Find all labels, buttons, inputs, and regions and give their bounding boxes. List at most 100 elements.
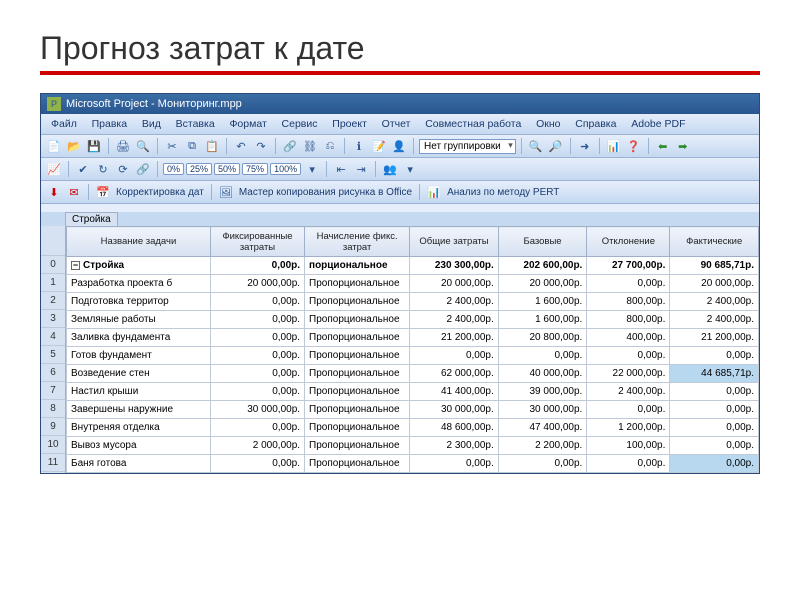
cell-fact[interactable]: 20 000,00р.	[670, 275, 759, 293]
menu-tools[interactable]: Сервис	[276, 116, 324, 132]
cell-task[interactable]: Завершены наружние	[67, 401, 211, 419]
users-icon[interactable]: 👥	[381, 160, 399, 178]
cell-dev[interactable]: 22 000,00р.	[587, 365, 670, 383]
cell-base[interactable]: 2 200,00р.	[498, 437, 587, 455]
cell-base[interactable]: 0,00р.	[498, 347, 587, 365]
row-number[interactable]: 4	[41, 328, 65, 346]
col-total[interactable]: Общие затраты	[410, 227, 499, 257]
table-row[interactable]: Внутреняя отделка0,00р.Пропорциональное4…	[67, 419, 759, 437]
undo-icon[interactable]: ↶	[232, 137, 250, 155]
cell-total[interactable]: 30 000,00р.	[410, 401, 499, 419]
collapse-icon[interactable]: −	[71, 261, 80, 270]
row-number[interactable]: 7	[41, 382, 65, 400]
cell-base[interactable]: 1 600,00р.	[498, 293, 587, 311]
cell-accrue[interactable]: Пропорциональное	[305, 275, 410, 293]
cell-dev[interactable]: 800,00р.	[587, 293, 670, 311]
menu-edit[interactable]: Правка	[86, 116, 133, 132]
table-row[interactable]: −Стройка0,00р.порциональное230 300,00р.2…	[67, 257, 759, 275]
goto-icon[interactable]: ➜	[576, 137, 594, 155]
cell-fact[interactable]: 0,00р.	[670, 347, 759, 365]
menu-adobepdf[interactable]: Adobe PDF	[625, 116, 691, 132]
menu-window[interactable]: Окно	[530, 116, 566, 132]
menu-project[interactable]: Проект	[326, 116, 373, 132]
cell-dev[interactable]: 0,00р.	[587, 401, 670, 419]
cell-fixed[interactable]: 0,00р.	[210, 347, 304, 365]
cell-accrue[interactable]: Пропорциональное	[305, 347, 410, 365]
table-row[interactable]: Настил крыши0,00р.Пропорциональное41 400…	[67, 383, 759, 401]
col-fact[interactable]: Фактические	[670, 227, 759, 257]
copy-icon[interactable]: ⧉	[183, 137, 201, 155]
redo-icon[interactable]: ↷	[252, 137, 270, 155]
table-row[interactable]: Баня готова0,00р.Пропорциональное0,00р.0…	[67, 455, 759, 473]
cell-dev[interactable]: 800,00р.	[587, 311, 670, 329]
zoomout-icon[interactable]: 🔍	[527, 137, 545, 155]
cell-total[interactable]: 21 200,00р.	[410, 329, 499, 347]
new-icon[interactable]: 📄	[45, 137, 63, 155]
cell-fact[interactable]: 0,00р.	[670, 437, 759, 455]
update-icon[interactable]: ↻	[94, 160, 112, 178]
cell-task[interactable]: Настил крыши	[67, 383, 211, 401]
menu-report[interactable]: Отчет	[376, 116, 417, 132]
copy-picture-icon[interactable]: 🖼	[217, 183, 235, 201]
table-row[interactable]: Земляные работы0,00р.Пропорциональное2 4…	[67, 311, 759, 329]
col-dev[interactable]: Отклонение	[587, 227, 670, 257]
cell-fact[interactable]: 0,00р.	[670, 401, 759, 419]
row-number[interactable]: 5	[41, 346, 65, 364]
table-row[interactable]: Заливка фундамента0,00р.Пропорциональное…	[67, 329, 759, 347]
table-row[interactable]: Возведение стен0,00р.Пропорциональное62 …	[67, 365, 759, 383]
zoom-50[interactable]: 50%	[214, 163, 240, 175]
link-icon[interactable]: 🔗	[281, 137, 299, 155]
col-accrue[interactable]: Начисление фикс. затрат	[305, 227, 410, 257]
table-row[interactable]: Разработка проекта б20 000,00р.Пропорцио…	[67, 275, 759, 293]
print-icon[interactable]: 🖨	[114, 137, 132, 155]
check-icon[interactable]: ✔	[74, 160, 92, 178]
cell-accrue[interactable]: Пропорциональное	[305, 455, 410, 473]
cell-total[interactable]: 0,00р.	[410, 347, 499, 365]
row-number[interactable]: 9	[41, 418, 65, 436]
cell-dev[interactable]: 400,00р.	[587, 329, 670, 347]
cell-total[interactable]: 230 300,00р.	[410, 257, 499, 275]
cut-icon[interactable]: ✂	[163, 137, 181, 155]
cell-fixed[interactable]: 20 000,00р.	[210, 275, 304, 293]
row-number[interactable]: 6	[41, 364, 65, 382]
assign-icon[interactable]: 👤	[390, 137, 408, 155]
cell-task[interactable]: Разработка проекта б	[67, 275, 211, 293]
reschedule-icon[interactable]: ⟳	[114, 160, 132, 178]
cell-base[interactable]: 1 600,00р.	[498, 311, 587, 329]
indent-icon[interactable]: ⇤	[332, 160, 350, 178]
row-number[interactable]: 11	[41, 454, 65, 472]
cell-base[interactable]: 40 000,00р.	[498, 365, 587, 383]
menu-help[interactable]: Справка	[569, 116, 622, 132]
row-number[interactable]: 8	[41, 400, 65, 418]
cell-accrue[interactable]: Пропорциональное	[305, 365, 410, 383]
info-icon[interactable]: ℹ	[350, 137, 368, 155]
col-task[interactable]: Название задачи	[67, 227, 211, 257]
track-icon[interactable]: 📈	[45, 160, 63, 178]
cell-total[interactable]: 41 400,00р.	[410, 383, 499, 401]
cell-base[interactable]: 0,00р.	[498, 455, 587, 473]
cell-fixed[interactable]: 0,00р.	[210, 329, 304, 347]
note-icon[interactable]: 📝	[370, 137, 388, 155]
pdf-mail-icon[interactable]: ✉	[65, 183, 83, 201]
row-number[interactable]: 0	[41, 256, 65, 274]
cell-base[interactable]: 202 600,00р.	[498, 257, 587, 275]
zoomin-icon[interactable]: 🔎	[547, 137, 565, 155]
split-icon[interactable]: ⎌	[321, 137, 339, 155]
cell-dev[interactable]: 0,00р.	[587, 455, 670, 473]
cell-task[interactable]: Земляные работы	[67, 311, 211, 329]
cell-accrue[interactable]: Пропорциональное	[305, 437, 410, 455]
zoom-custom-icon[interactable]: ▾	[303, 160, 321, 178]
cell-fixed[interactable]: 2 000,00р.	[210, 437, 304, 455]
pert-button[interactable]: Анализ по методу PERT	[445, 187, 561, 198]
cell-fixed[interactable]: 30 000,00р.	[210, 401, 304, 419]
cell-accrue[interactable]: Пропорциональное	[305, 329, 410, 347]
copy-picture-button[interactable]: Мастер копирования рисунка в Office	[237, 187, 414, 198]
open-icon[interactable]: 📂	[65, 137, 83, 155]
cost-table[interactable]: Название задачи Фиксированные затраты На…	[66, 226, 759, 473]
col-fixed[interactable]: Фиксированные затраты	[210, 227, 304, 257]
menu-insert[interactable]: Вставка	[170, 116, 221, 132]
cell-total[interactable]: 62 000,00р.	[410, 365, 499, 383]
cell-total[interactable]: 0,00р.	[410, 455, 499, 473]
cell-task[interactable]: −Стройка	[67, 257, 211, 275]
cell-total[interactable]: 20 000,00р.	[410, 275, 499, 293]
